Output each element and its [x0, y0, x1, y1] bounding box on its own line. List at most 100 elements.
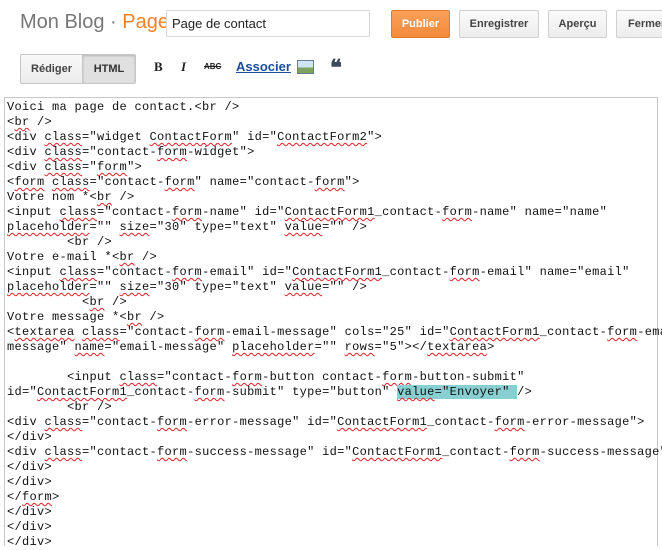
code-token: size	[119, 220, 150, 234]
code-token: />	[29, 115, 53, 129]
code-token: form	[172, 205, 203, 219]
code-token: -email" name="email"	[479, 265, 630, 279]
code-token: ="contact-	[82, 415, 158, 429]
code-token: class	[44, 415, 83, 429]
code-token: ContactForm1	[37, 385, 128, 399]
code-token: -button contact-	[262, 370, 383, 384]
code-token: form	[157, 445, 188, 459]
html-editor[interactable]: Voici ma page de contact.<br /> <br /> <di…	[4, 97, 662, 549]
link-button[interactable]: Associer	[236, 59, 291, 74]
code-token: <div	[7, 130, 45, 144]
code-token: br	[127, 310, 143, 324]
code-token: ="widget	[82, 130, 150, 144]
code-token: br	[97, 190, 113, 204]
code-token: form	[442, 205, 473, 219]
code-token: ="" />	[322, 220, 368, 234]
code-token: -name" id="	[202, 205, 285, 219]
code-line: </form>	[7, 490, 657, 505]
code-token: form	[194, 325, 225, 339]
code-line: </div>	[7, 505, 657, 520]
code-token: <input	[7, 265, 60, 279]
close-button[interactable]: Fermer	[616, 10, 662, 38]
code-line: <br />	[7, 115, 657, 130]
code-line: <br />	[7, 295, 657, 310]
code-token: ContactForm1	[337, 415, 428, 429]
code-token: >	[487, 340, 495, 354]
code-token: -submit" type="button"	[224, 385, 398, 399]
publish-button[interactable]: Publier	[391, 10, 450, 38]
code-token: class	[59, 265, 98, 279]
preview-button[interactable]: Aperçu	[548, 10, 607, 38]
code-token: <	[7, 175, 15, 189]
blog-title: Mon Blog · Page	[20, 11, 169, 34]
code-token: ="contact-	[119, 325, 195, 339]
code-token: -error-message">	[524, 415, 645, 429]
code-line: </div>	[7, 475, 657, 490]
code-token: ="	[82, 160, 98, 174]
code-token: form	[164, 175, 195, 189]
code-line: <br />	[7, 235, 657, 250]
strikethrough-icon[interactable]: ABC	[204, 62, 221, 71]
code-token: ="5"></	[374, 340, 428, 354]
code-token: />	[112, 190, 135, 204]
code-token: form	[194, 385, 225, 399]
code-line: <textarea class="contact-form-email-mess…	[7, 325, 662, 340]
code-token: -error-message" id="	[187, 415, 338, 429]
code-token: value	[284, 280, 323, 294]
code-token: form	[232, 370, 263, 384]
code-token: placeholder	[7, 220, 90, 234]
code-token: id="	[7, 385, 38, 399]
top-bar: Mon Blog · Page Publier Enregistrer Aper…	[0, 0, 662, 48]
code-line: <div class="contact-form-error-message" …	[7, 415, 657, 430]
code-token: placeholder	[232, 340, 315, 354]
code-token: textarea	[427, 340, 488, 354]
code-token: placeholder	[7, 280, 90, 294]
code-token: ="contact-	[157, 370, 233, 384]
code-token: ="30" type="text"	[149, 220, 285, 234]
code-token: <	[7, 325, 15, 339]
code-line: Votre message *<br />	[7, 310, 657, 325]
code-token: />	[104, 295, 128, 309]
save-button[interactable]: Enregistrer	[459, 10, 539, 38]
code-token: br	[89, 295, 105, 309]
code-token: br	[14, 115, 30, 129]
code-token: form	[172, 265, 203, 279]
italic-icon[interactable]: I	[181, 59, 186, 75]
code-token: -name" name="name"	[472, 205, 608, 219]
code-line: <input class="contact-form-email" id="Co…	[7, 265, 657, 280]
code-line: Votre e-mail *<br />	[7, 250, 657, 265]
code-token: textarea	[14, 325, 75, 339]
code-token: name	[74, 340, 105, 354]
code-token: ContactForm2	[277, 130, 368, 144]
code-token: -email-message" cols="25" id="	[224, 325, 450, 339]
code-line: id="ContactForm1_contact-form-submit" ty…	[7, 385, 657, 400]
code-token: _contact-	[442, 445, 510, 459]
code-token: -email-	[637, 325, 662, 339]
code-token: Votre e-mail *<	[7, 250, 120, 264]
html-source[interactable]: Voici ma page de contact.<br /> <br /> <di…	[7, 100, 662, 550]
compose-mode-button[interactable]: Rédiger	[21, 55, 82, 83]
code-token: ContactForm	[149, 130, 233, 144]
code-token: ContactForm1	[292, 265, 383, 279]
code-token: form	[449, 265, 480, 279]
code-token: class	[44, 145, 83, 159]
code-token: -widget">	[187, 145, 255, 159]
code-token: -success-message" id="	[187, 445, 353, 459]
code-token: ContactForm1	[352, 445, 443, 459]
code-line: <div class="contact-form-success-message…	[7, 445, 662, 460]
quote-icon[interactable]: ❝	[330, 55, 342, 81]
image-icon[interactable]	[297, 60, 314, 74]
code-line: message" name="email-message" placeholde…	[7, 340, 657, 355]
html-mode-button[interactable]: HTML	[82, 55, 135, 83]
code-token: ">	[344, 175, 360, 189]
code-line: placeholder="" size="30" type="text" val…	[7, 280, 657, 295]
bold-icon[interactable]: B	[154, 59, 163, 75]
code-token: <br />	[7, 235, 113, 249]
code-token: " id="	[232, 130, 278, 144]
code-token: form	[157, 415, 188, 429]
page-title-input[interactable]	[166, 10, 370, 37]
code-token: form	[22, 490, 53, 504]
